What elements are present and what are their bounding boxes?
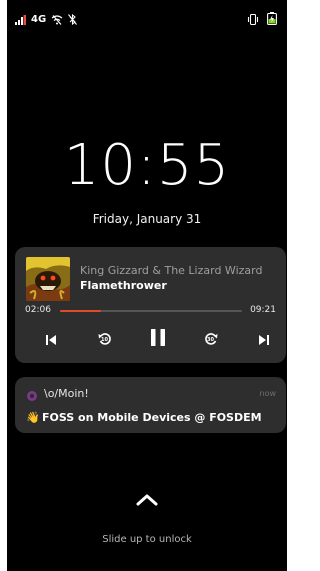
notification-body: FOSS on Mobile Devices @ FOSDEM	[42, 411, 262, 424]
next-icon	[258, 330, 269, 349]
media-progress-bar[interactable]	[60, 310, 242, 312]
replay-10-label: 10	[101, 337, 108, 343]
network-type-label: 4G	[31, 14, 47, 25]
forward-30-label: 30	[207, 337, 214, 343]
previous-button[interactable]	[39, 327, 63, 351]
clock-time: 10:55	[63, 133, 231, 198]
lock-screen: 4G 10:55 Friday, January 31 King Gizzard…	[7, 0, 287, 571]
album-art	[26, 257, 70, 301]
signal-icon	[15, 10, 26, 29]
clock-date: Friday, January 31	[92, 212, 202, 226]
notification-card[interactable]: \o/Moin! now 👋 FOSS on Mobile Devices @ …	[15, 377, 286, 433]
battery-charging-icon	[267, 10, 277, 29]
forward-30-button[interactable]: 30	[199, 327, 223, 351]
pause-button[interactable]	[146, 327, 170, 351]
previous-icon	[45, 330, 57, 349]
status-right	[247, 10, 277, 29]
wifi-off-icon	[51, 10, 63, 29]
media-artist: King Gizzard & The Lizard Wizard	[80, 264, 263, 277]
notification-title: \o/Moin!	[44, 387, 89, 400]
notification-time: now	[259, 389, 276, 398]
media-elapsed-time: 02:06	[25, 305, 51, 315]
bluetooth-off-icon	[68, 10, 78, 29]
app-icon	[26, 387, 38, 406]
unlock-hint: Slide up to unlock	[102, 534, 192, 545]
media-controls: 10 30	[15, 327, 286, 351]
next-button[interactable]	[251, 327, 275, 351]
media-player-card[interactable]: King Gizzard & The Lizard Wizard Flameth…	[15, 247, 286, 363]
waving-hand-icon: 👋	[26, 411, 40, 424]
vibrate-icon	[247, 10, 259, 29]
forward-30-icon: 30	[203, 331, 219, 347]
pause-icon	[151, 328, 165, 350]
media-total-time: 09:21	[250, 305, 276, 315]
status-bar: 4G	[7, 0, 287, 30]
replay-10-icon: 10	[97, 331, 113, 347]
media-track-title: Flamethrower	[80, 279, 167, 292]
media-progress-fill	[60, 310, 101, 312]
chevron-up-icon[interactable]	[131, 490, 163, 510]
status-left: 4G	[15, 10, 78, 29]
replay-10-button[interactable]: 10	[93, 327, 117, 351]
